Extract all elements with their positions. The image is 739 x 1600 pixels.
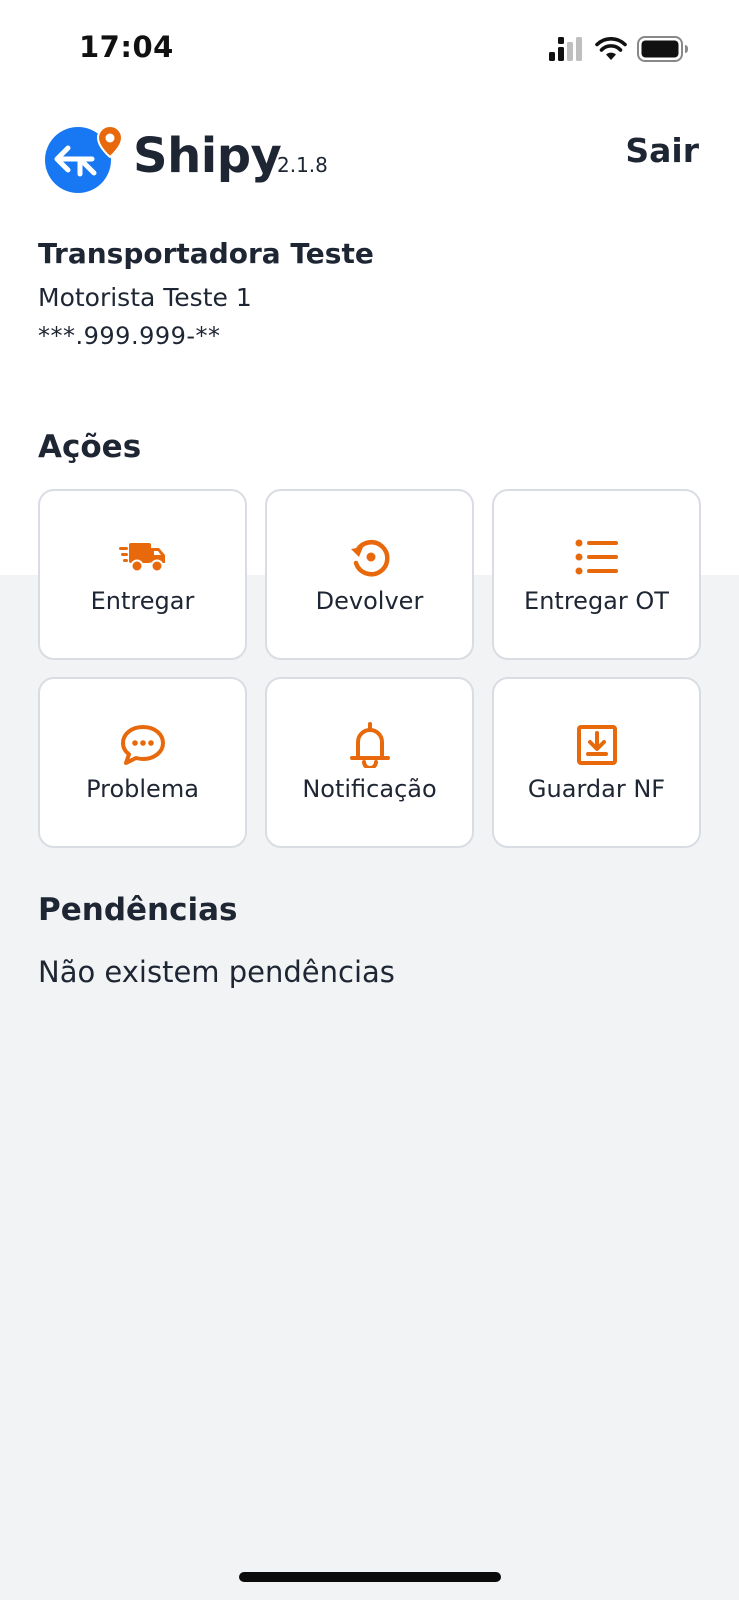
download-box-icon (571, 723, 623, 767)
company-name: Transportadora Teste (38, 237, 374, 270)
notification-label: Notificação (302, 774, 437, 803)
bell-icon (344, 721, 396, 768)
notification-button[interactable]: Notificação (265, 677, 474, 848)
actions-title: Ações (38, 429, 142, 465)
return-label: Devolver (315, 586, 424, 615)
save-nf-label: Guardar NF (527, 774, 666, 803)
pending-empty-message: Não existem pendências (38, 955, 395, 989)
return-icon (344, 535, 396, 579)
save-nf-button[interactable]: Guardar NF (492, 677, 701, 848)
return-button[interactable]: Devolver (265, 489, 474, 660)
app-version: 2.1.8 (277, 153, 328, 177)
chat-icon (117, 723, 169, 767)
status-time: 17:04 (79, 30, 174, 64)
home-indicator[interactable] (239, 1572, 501, 1582)
deliver-button[interactable]: Entregar (38, 489, 247, 660)
pending-title: Pendências (38, 892, 238, 928)
shipy-logo-icon (44, 124, 128, 196)
app-name: Shipy (133, 128, 282, 184)
list-icon (571, 535, 623, 579)
truck-icon (117, 535, 169, 579)
status-icons (549, 36, 689, 62)
problem-label: Problema (86, 774, 199, 803)
logout-button[interactable]: Sair (625, 131, 699, 170)
problem-button[interactable]: Problema (38, 677, 247, 848)
actions-grid: Entregar Devolver Entregar OT Problema N… (38, 489, 701, 848)
deliver-ot-button[interactable]: Entregar OT (492, 489, 701, 660)
deliver-ot-label: Entregar OT (524, 586, 669, 615)
deliver-label: Entregar (90, 586, 195, 615)
cellular-signal-icon (549, 37, 585, 61)
driver-document: ***.999.999-** (38, 322, 221, 350)
battery-icon (637, 36, 689, 62)
driver-name: Motorista Teste 1 (38, 283, 252, 312)
wifi-icon (595, 37, 627, 61)
